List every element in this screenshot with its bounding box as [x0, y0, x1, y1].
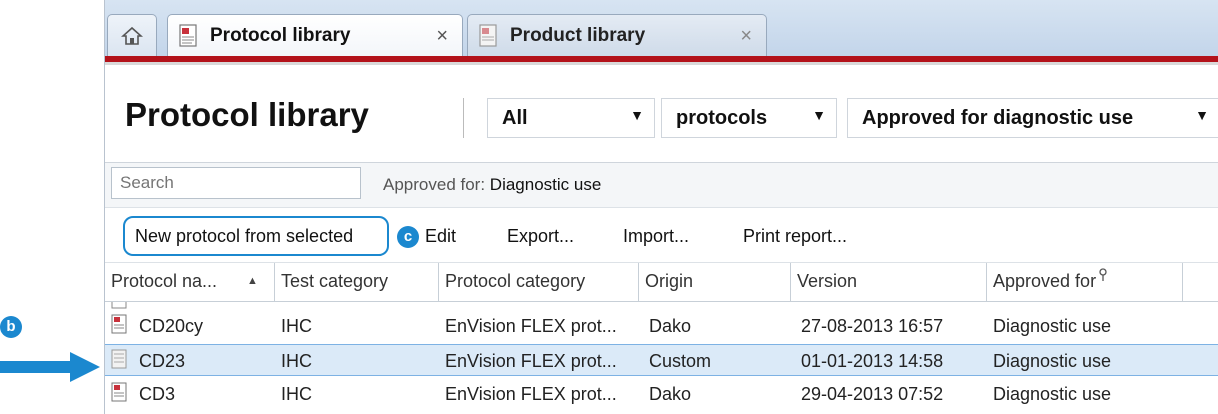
- tab-label: Protocol library: [210, 25, 351, 46]
- close-icon[interactable]: ×: [740, 25, 752, 48]
- column-label: Protocol na...: [111, 271, 218, 291]
- cell-test-category: IHC: [281, 351, 312, 371]
- dropdown-value: protocols: [676, 106, 768, 129]
- document-icon: [179, 24, 197, 47]
- scope-dropdown[interactable]: All ▼: [487, 98, 655, 138]
- cell-origin: Dako: [649, 384, 692, 404]
- cell-protocol-category: EnVision FLEX prot...: [445, 351, 617, 371]
- dropdown-value: All: [502, 106, 528, 129]
- cell-origin: Dako: [649, 316, 692, 336]
- cell-version: 29-04-2013 07:52: [801, 384, 944, 404]
- cell-version: 01-01-2013 14:58: [801, 351, 944, 371]
- cell-protocol-name: CD20cy: [139, 316, 204, 336]
- table-row[interactable]: CD20cy IHC EnVision FLEX prot... Dako 27…: [105, 310, 1218, 342]
- document-icon: [111, 382, 127, 402]
- tab-strip: Protocol library × Product library ×: [105, 0, 1218, 57]
- tab-label: Product library: [510, 24, 646, 46]
- cell-protocol-name: CD3: [139, 384, 176, 404]
- print-report-button[interactable]: Print report...: [743, 226, 847, 247]
- title-bar: Protocol library All ▼ protocols ▼ Appro…: [105, 66, 1218, 163]
- column-header-version[interactable]: Version: [791, 263, 987, 301]
- cell-version: 27-08-2013 16:57: [801, 316, 944, 336]
- approved-for-label: Approved for:: [383, 175, 486, 194]
- partial-row: [105, 302, 1218, 310]
- protocol-library-app: Protocol library × Product library × Pro…: [104, 0, 1218, 414]
- approved-for-value: Diagnostic use: [489, 175, 602, 194]
- column-label: Protocol category: [445, 271, 586, 291]
- column-header-origin[interactable]: Origin: [639, 263, 791, 301]
- toolbar: New protocol from selected c Edit Export…: [105, 208, 1218, 263]
- home-tab[interactable]: [107, 14, 157, 56]
- type-dropdown[interactable]: protocols ▼: [661, 98, 837, 138]
- document-icon: [111, 314, 127, 334]
- tab-product-library[interactable]: Product library ×: [467, 14, 767, 56]
- column-header-protocol-name[interactable]: Protocol na... ▲: [105, 263, 275, 301]
- table-row-selected[interactable]: CD23 IHC EnVision FLEX prot... Custom 01…: [105, 344, 1218, 376]
- home-icon: [121, 26, 143, 45]
- import-button[interactable]: Import...: [623, 226, 689, 247]
- cell-approved-for: Diagnostic use: [993, 351, 1112, 371]
- tab-protocol-library[interactable]: Protocol library ×: [167, 14, 463, 57]
- new-from-selected-button[interactable]: New protocol from selected: [135, 226, 353, 247]
- chevron-down-icon: ▼: [1195, 107, 1209, 123]
- cell-origin: Custom: [649, 351, 712, 371]
- cell-approved-for: Diagnostic use: [993, 384, 1112, 404]
- document-icon: [111, 349, 127, 369]
- cell-test-category: IHC: [281, 384, 312, 404]
- cell-protocol-category: EnVision FLEX prot...: [445, 316, 617, 336]
- divider: [105, 62, 1218, 65]
- dropdown-value: Approved for diagnostic use: [862, 106, 1134, 129]
- approved-for-filter-text: Approved for: Diagnostic use: [383, 175, 601, 195]
- column-header-approved-for[interactable]: Approved for: [987, 263, 1183, 301]
- document-icon: [479, 23, 497, 47]
- cell-test-category: IHC: [281, 316, 312, 336]
- column-label: Origin: [645, 271, 694, 291]
- chevron-down-icon: ▼: [812, 107, 826, 123]
- edit-button[interactable]: Edit: [425, 226, 456, 247]
- page-title: Protocol library: [125, 96, 369, 133]
- chevron-down-icon: ▼: [630, 107, 644, 123]
- annotation-badge-b: b: [0, 316, 22, 338]
- table-header: Protocol na... ▲ Test category Protocol …: [105, 263, 1218, 302]
- sort-ascending-icon: ▲: [247, 275, 258, 287]
- annotation-badge-c: c: [397, 226, 419, 248]
- divider: [463, 98, 464, 138]
- column-header-protocol-category[interactable]: Protocol category: [439, 263, 639, 301]
- search-input[interactable]: [111, 167, 361, 199]
- document-icon: [111, 302, 127, 309]
- filter-icon[interactable]: [1097, 268, 1109, 282]
- column-label: Version: [797, 271, 858, 291]
- cell-protocol-name: CD23: [139, 351, 186, 371]
- filter-row: Approved for: Diagnostic use: [105, 163, 1218, 208]
- cell-approved-for: Diagnostic use: [993, 316, 1112, 336]
- column-header-test-category[interactable]: Test category: [275, 263, 439, 301]
- arrow-pointer-icon: [0, 352, 100, 382]
- close-icon[interactable]: ×: [436, 25, 448, 48]
- approval-dropdown[interactable]: Approved for diagnostic use ▼: [847, 98, 1218, 138]
- column-label: Approved for: [993, 271, 1097, 291]
- table-row[interactable]: CD3 IHC EnVision FLEX prot... Dako 29-04…: [105, 378, 1218, 410]
- column-label: Test category: [281, 271, 389, 291]
- cell-protocol-category: EnVision FLEX prot...: [445, 384, 617, 404]
- export-button[interactable]: Export...: [507, 226, 574, 247]
